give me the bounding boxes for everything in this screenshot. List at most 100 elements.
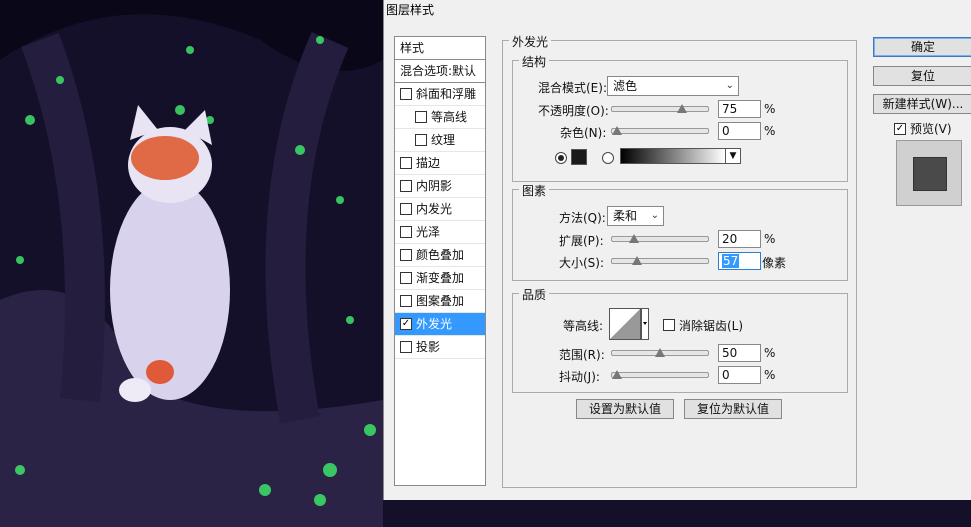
style-item-label: 纹理	[431, 133, 456, 147]
preview-checkbox[interactable]: ✓	[894, 122, 906, 135]
style-checkbox[interactable]	[400, 248, 412, 261]
style-item[interactable]: 颜色叠加	[395, 244, 485, 267]
style-item-label: 外发光	[416, 317, 453, 331]
style-checkbox[interactable]	[400, 87, 412, 100]
style-checkbox[interactable]	[400, 202, 412, 215]
style-checkbox[interactable]	[400, 225, 412, 238]
style-item-label: 光泽	[416, 225, 441, 239]
size-input[interactable]: 57	[718, 252, 761, 270]
dialog-title: 图层样式	[386, 3, 435, 17]
range-slider[interactable]	[611, 348, 709, 357]
reset-button[interactable]: 复位	[873, 66, 971, 86]
size-unit: 像素	[762, 256, 787, 270]
style-checkbox[interactable]	[400, 156, 412, 169]
style-item[interactable]: 图案叠加	[395, 290, 485, 313]
gradient-picker[interactable]	[620, 148, 726, 164]
technique-select[interactable]: 柔和 ⌄	[607, 206, 664, 226]
style-item[interactable]: ✓ 外发光	[395, 313, 485, 336]
style-item-label: 投影	[416, 340, 441, 354]
new-style-button[interactable]: 新建样式(W)...	[873, 94, 971, 114]
ok-button[interactable]: 确定	[873, 37, 971, 57]
style-item[interactable]: 纹理	[395, 129, 485, 152]
style-checkbox[interactable]	[400, 271, 412, 284]
range-input[interactable]: 50	[718, 344, 761, 362]
style-item[interactable]: 内阴影	[395, 175, 485, 198]
preview-label: 预览(V)	[910, 122, 952, 136]
style-preview	[896, 140, 962, 206]
jitter-label: 抖动(J):	[559, 370, 600, 384]
structure-title: 结构	[519, 53, 550, 70]
gradient-dropdown-icon[interactable]: ▼	[725, 148, 741, 164]
contour-picker[interactable]	[609, 308, 649, 340]
elements-title: 图素	[519, 182, 550, 199]
spread-slider-thumb[interactable]	[629, 234, 639, 243]
style-item[interactable]: 内发光	[395, 198, 485, 221]
spread-label: 扩展(P):	[559, 234, 604, 248]
style-item-label: 图案叠加	[416, 294, 465, 308]
style-item[interactable]: 投影	[395, 336, 485, 359]
styles-header[interactable]: 样式	[395, 37, 485, 60]
reset-to-default-button[interactable]: 复位为默认值	[684, 399, 782, 419]
range-label: 范围(R):	[559, 348, 605, 362]
style-item[interactable]: 描边	[395, 152, 485, 175]
style-checkbox[interactable]: ✓	[400, 317, 412, 330]
range-unit: %	[764, 346, 776, 360]
elements-group: 图素 方法(Q): 柔和 ⌄ 扩展(P): 20 % 大小(S): 57 像素	[512, 182, 848, 281]
preview-toggle[interactable]: ✓ 预览(V)	[894, 120, 952, 137]
chevron-down-icon: ⌄	[650, 210, 659, 221]
spread-input[interactable]: 20	[718, 230, 761, 248]
noise-slider[interactable]	[611, 126, 709, 135]
jitter-input[interactable]: 0	[718, 366, 761, 384]
style-item[interactable]: 光泽	[395, 221, 485, 244]
styles-list: 样式 混合选项:默认 斜面和浮雕等高线纹理描边内阴影内发光光泽颜色叠加 渐变叠加图…	[394, 36, 486, 486]
antialias-label: 消除锯齿(L)	[679, 319, 744, 333]
blend-mode-value: 滤色	[613, 79, 638, 93]
noise-label: 杂色(N):	[560, 126, 607, 140]
style-checkbox[interactable]	[415, 133, 427, 146]
spread-unit: %	[764, 232, 776, 246]
style-item[interactable]: 斜面和浮雕	[395, 83, 485, 106]
opacity-slider[interactable]	[611, 104, 709, 113]
style-checkbox[interactable]	[400, 294, 412, 307]
color-radio[interactable]	[555, 152, 567, 164]
style-items: 斜面和浮雕等高线纹理描边内阴影内发光光泽颜色叠加 渐变叠加图案叠加 ✓ 外发光投影	[395, 83, 485, 359]
quality-group: 品质 等高线: 消除锯齿(L) 范围(R): 50 % 抖动(J): 0 %	[512, 286, 848, 393]
outer-glow-panel: 外发光 结构 混合模式(E): 滤色 ⌄ 不透明度(O): 75 % 杂色(N)…	[502, 33, 857, 488]
style-item[interactable]: 等高线	[395, 106, 485, 129]
size-label: 大小(S):	[559, 256, 605, 270]
quality-title: 品质	[519, 286, 550, 303]
jitter-slider-thumb[interactable]	[612, 370, 622, 379]
range-slider-thumb[interactable]	[655, 348, 665, 357]
blend-mode-label: 混合模式(E):	[538, 81, 607, 95]
style-item-label: 内发光	[416, 202, 453, 216]
style-item-label: 描边	[416, 156, 441, 170]
gradient-radio[interactable]	[602, 152, 614, 164]
noise-slider-thumb[interactable]	[612, 126, 622, 135]
size-slider[interactable]	[611, 256, 709, 265]
size-slider-thumb[interactable]	[632, 256, 642, 265]
style-item[interactable]: 渐变叠加	[395, 267, 485, 290]
blend-options-item[interactable]: 混合选项:默认	[395, 60, 485, 83]
noise-unit: %	[764, 124, 776, 138]
opacity-slider-thumb[interactable]	[677, 104, 687, 113]
layer-style-dialog: 图层样式 样式 混合选项:默认 斜面和浮雕等高线纹理描边内阴影内发光光泽颜色叠加…	[383, 0, 971, 500]
chevron-down-icon: ⌄	[725, 80, 734, 91]
jitter-unit: %	[764, 368, 776, 382]
spread-slider[interactable]	[611, 234, 709, 243]
blend-mode-select[interactable]: 滤色 ⌄	[607, 76, 739, 96]
glow-color-swatch[interactable]	[571, 149, 587, 165]
opacity-input[interactable]: 75	[718, 100, 761, 118]
style-checkbox[interactable]	[400, 340, 412, 353]
style-item-label: 等高线	[431, 110, 468, 124]
style-checkbox[interactable]	[400, 179, 412, 192]
style-checkbox[interactable]	[415, 110, 427, 123]
make-default-button[interactable]: 设置为默认值	[576, 399, 674, 419]
noise-input[interactable]: 0	[718, 122, 761, 140]
jitter-slider[interactable]	[611, 370, 709, 379]
technique-label: 方法(Q):	[559, 211, 606, 225]
technique-value: 柔和	[613, 209, 638, 223]
style-preview-swatch	[913, 157, 947, 191]
style-item-label: 内阴影	[416, 179, 453, 193]
opacity-unit: %	[764, 102, 776, 116]
antialias-checkbox[interactable]	[663, 319, 675, 331]
